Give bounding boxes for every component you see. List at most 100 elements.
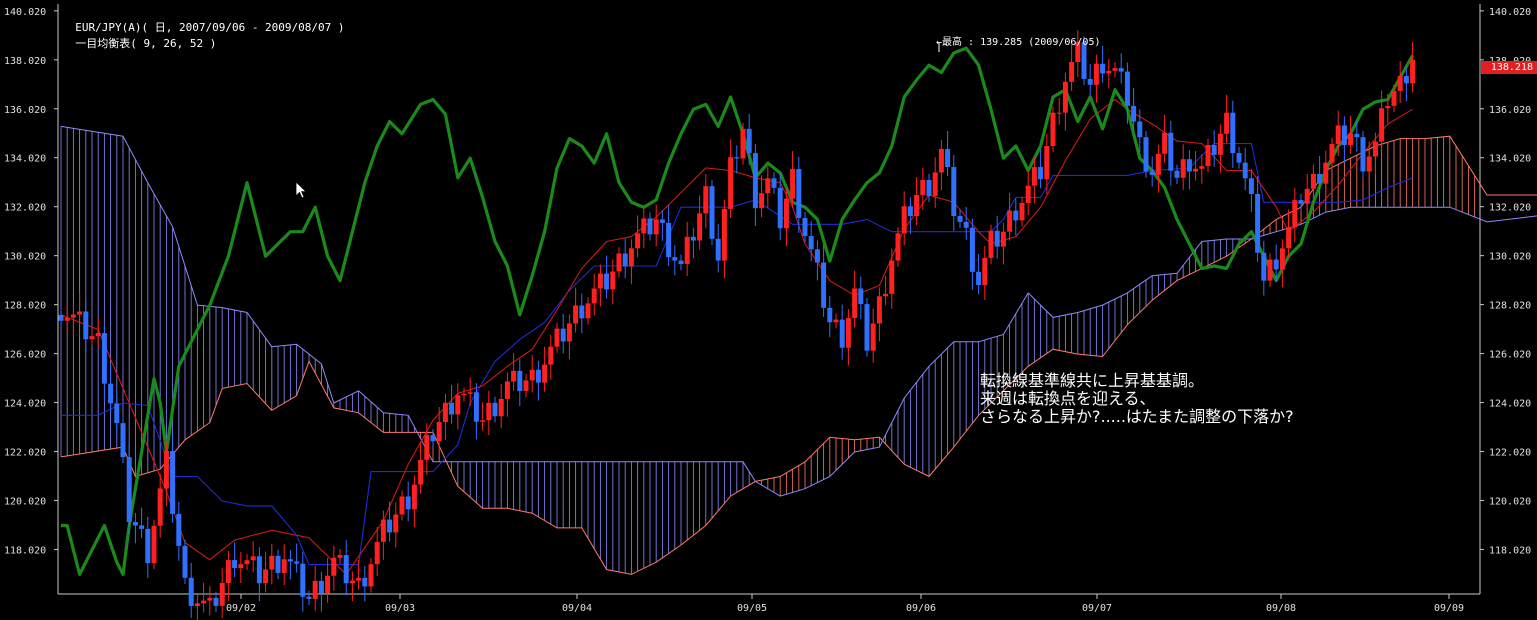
x-tick-label: 09/02 — [226, 603, 256, 614]
candle-body — [442, 402, 448, 423]
candle-body — [77, 311, 83, 315]
candle-body — [1391, 90, 1397, 106]
x-tick-label: 09/06 — [906, 603, 936, 614]
candle-body — [1168, 132, 1174, 171]
candle-body — [771, 178, 777, 188]
note-line-1: 転換線基準線共に上昇基基調。 — [980, 371, 1205, 390]
candle-body — [628, 248, 634, 267]
candle-body — [901, 206, 907, 234]
candle-body — [455, 395, 461, 415]
candle-body — [920, 180, 926, 195]
chikou-line — [61, 46, 1414, 577]
candle-body — [145, 528, 151, 564]
candle-body — [331, 557, 337, 576]
candle-body — [411, 484, 417, 510]
symbol-label: EUR/JPY(A)( 日, 2007/09/06 - 2009/08/07 ) — [75, 21, 345, 34]
max-price-label: ←最高 : 139.285 (2009/06/05) — [936, 37, 1101, 48]
candle-body — [1310, 173, 1316, 189]
candle-body — [529, 369, 535, 381]
candle-body — [312, 580, 318, 599]
candle-body — [938, 148, 944, 173]
candle-body — [1385, 105, 1391, 109]
y-tick-label-left: 124.020 — [4, 399, 46, 410]
candle-body — [1056, 112, 1062, 114]
x-tick-label: 09/07 — [1082, 603, 1112, 614]
candle-body — [64, 317, 70, 321]
candle-body — [988, 230, 994, 258]
candle-body — [343, 555, 349, 584]
candle-body — [1118, 68, 1124, 72]
candle-body — [715, 238, 721, 261]
candle-body — [492, 402, 498, 417]
candle-body — [1025, 185, 1031, 204]
candle-body — [622, 253, 628, 267]
candle-body — [306, 596, 312, 599]
annotation-note: 転換線基準線共に上昇基基調。 来週は転換点を迎える、 さらなる上昇か?.....… — [980, 372, 1294, 426]
candle-body — [473, 392, 479, 422]
candle-body — [845, 318, 851, 348]
candle-body — [263, 569, 269, 584]
candle-body — [1341, 125, 1347, 146]
candle-body — [250, 556, 256, 561]
candle-body — [858, 288, 864, 305]
candle-body — [368, 564, 374, 587]
candle-body — [511, 370, 517, 382]
candle-body — [318, 580, 324, 594]
candle-body — [969, 227, 975, 272]
y-tick-label-left: 132.020 — [4, 203, 46, 214]
candle-body — [616, 253, 622, 272]
candle-body — [740, 128, 746, 159]
y-tick-label-left: 136.020 — [4, 105, 46, 116]
candle-body — [728, 157, 734, 209]
candle-body — [325, 575, 331, 594]
candle-body — [1038, 167, 1044, 180]
candle-body — [1292, 200, 1298, 228]
candle-body — [132, 522, 138, 526]
candle-body — [1224, 112, 1230, 134]
candle-body — [752, 153, 758, 209]
y-tick-label-left: 122.020 — [4, 448, 46, 459]
candle-body — [1000, 231, 1006, 247]
candle-body — [523, 380, 529, 392]
candle-body — [790, 169, 796, 199]
note-line-3: さらなる上昇か?.....はたまた調整の下落か? — [980, 407, 1294, 426]
candle-body — [697, 213, 703, 241]
candle-body — [405, 496, 411, 510]
candle-body — [678, 260, 684, 264]
candle-body — [684, 236, 690, 264]
candle-body — [926, 180, 932, 196]
candle-body — [566, 323, 572, 342]
candle-body — [219, 582, 225, 606]
candle-body — [1410, 59, 1416, 84]
candle-body — [139, 525, 145, 529]
candle-body — [89, 336, 95, 340]
kijun-line — [61, 142, 1413, 566]
candle-body — [1050, 112, 1056, 146]
y-tick-label-right: 126.020 — [1489, 350, 1531, 361]
candle-body — [759, 193, 765, 209]
candle-body — [480, 420, 486, 422]
candle-body — [1403, 75, 1409, 84]
candle-body — [703, 186, 709, 214]
candle-body — [1031, 167, 1037, 186]
candle-body — [839, 319, 845, 348]
candle-body — [1100, 63, 1106, 74]
candle-body — [852, 288, 858, 319]
candle-body — [777, 187, 783, 229]
candle-body — [244, 560, 250, 565]
candle-body — [207, 597, 213, 601]
y-tick-label-left: 138.020 — [4, 56, 46, 67]
candle-body — [213, 597, 219, 606]
candle-body — [963, 221, 969, 228]
candle-body — [808, 236, 814, 250]
candle-body — [1248, 178, 1254, 194]
candle-body — [1093, 63, 1099, 85]
candle-body — [101, 333, 107, 384]
candle-body — [1013, 210, 1019, 221]
candle-body — [573, 305, 579, 324]
candle-body — [1304, 188, 1310, 204]
candle-body — [170, 451, 176, 514]
candle-body — [349, 580, 355, 584]
candle-body — [1149, 171, 1155, 175]
x-tick-label: 09/05 — [737, 603, 767, 614]
